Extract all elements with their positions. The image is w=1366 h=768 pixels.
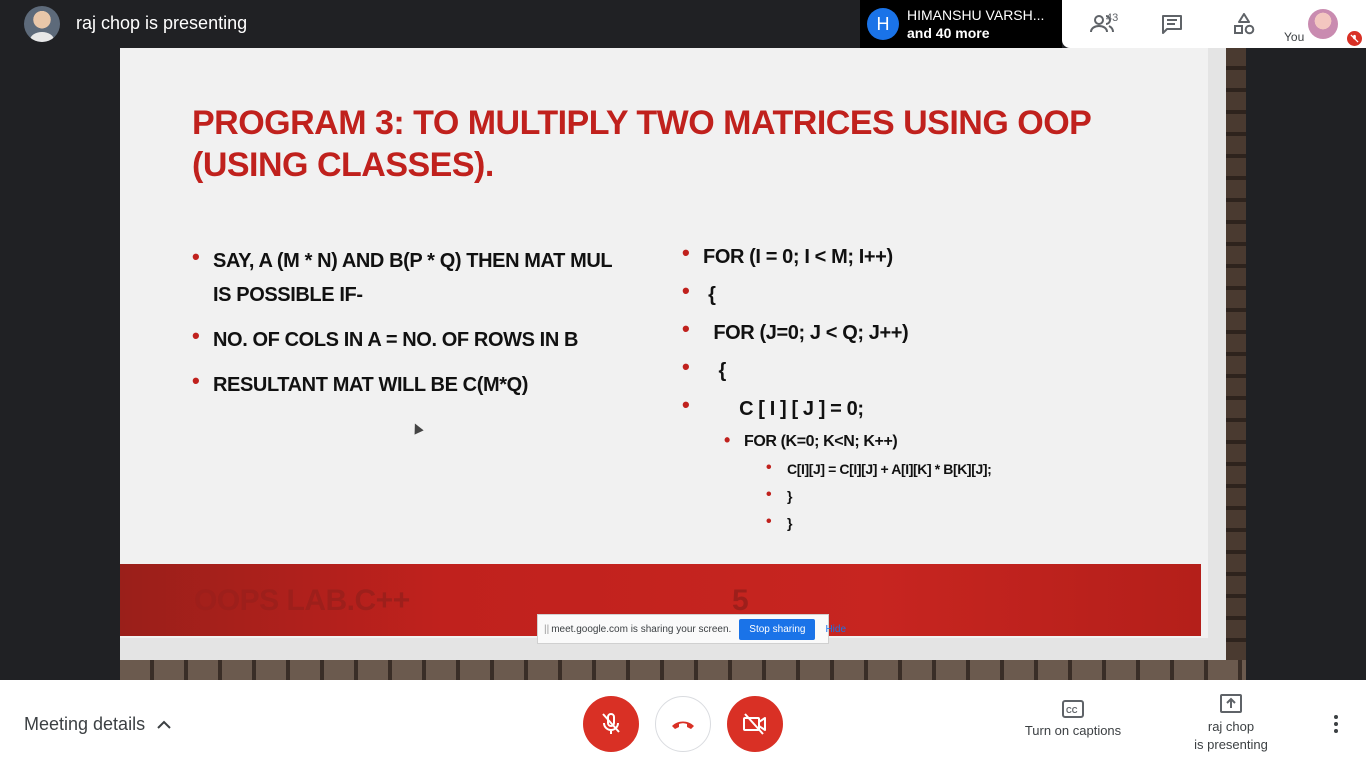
background-floor — [120, 660, 1246, 680]
code-line-nested: FOR (K=0; K<N; K++) — [682, 426, 1162, 456]
activities-button[interactable] — [1224, 0, 1264, 48]
code-line-nested: C[I][J] = C[I][J] + A[I][K] * B[K][J]; — [682, 454, 1162, 483]
hang-up-icon — [672, 721, 694, 729]
stop-sharing-button[interactable]: Stop sharing — [739, 618, 816, 640]
speaker-avatar: H — [867, 8, 899, 40]
closed-captions-icon: CC — [1062, 700, 1084, 718]
top-bar: raj chop is presenting H HIMANSHU VARSH.… — [0, 0, 1366, 48]
captions-label: Turn on captions — [1024, 723, 1122, 738]
self-label: You — [1284, 30, 1305, 44]
drag-handle-icon[interactable]: || — [544, 624, 549, 635]
bottom-bar: Meeting details CC Turn on captions raj … — [0, 680, 1366, 768]
left-bullet: SAY, A (M * N) AND B(P * Q) THEN MAT MUL… — [192, 240, 632, 312]
presenting-button[interactable]: raj chop is presenting — [1182, 694, 1280, 754]
share-message: meet.google.com is sharing your screen. — [551, 623, 732, 635]
code-line-nested: } — [682, 481, 1162, 510]
hide-share-bar-link[interactable]: Hide — [825, 624, 846, 635]
code-line: FOR (I = 0; I < M; I++) — [682, 234, 1162, 276]
speaker-more-count: and 40 more — [907, 25, 990, 41]
shared-screen: PROGRAM 3: TO MULTIPLY TWO MATRICES USIN… — [120, 48, 1246, 680]
leave-call-button[interactable] — [655, 696, 711, 752]
top-right-panel: 43 You — [1062, 0, 1366, 48]
participant-count: 43 — [1106, 12, 1119, 24]
chat-button[interactable] — [1152, 0, 1192, 48]
code-bullet-list: FOR (I = 0; I < M; I++) { FOR (J=0; J < … — [682, 234, 1162, 537]
slide-title: PROGRAM 3: TO MULTIPLY TWO MATRICES USIN… — [192, 104, 1091, 184]
meeting-details-button[interactable]: Meeting details — [24, 714, 171, 735]
activities-shapes-icon — [1234, 13, 1255, 35]
presenting-label-line-1: raj chop — [1207, 719, 1255, 734]
mic-off-icon — [1350, 34, 1359, 43]
present-screen-icon — [1220, 694, 1242, 713]
mic-toggle-button[interactable] — [583, 696, 639, 752]
presenter-title: raj chop is presenting — [76, 13, 248, 33]
mic-off-icon — [602, 713, 620, 734]
self-avatar[interactable] — [1308, 9, 1338, 39]
code-line: { — [682, 272, 1162, 314]
chat-icon — [1162, 15, 1182, 34]
mouse-cursor-icon — [410, 421, 424, 435]
more-vert-icon — [1334, 715, 1338, 733]
presenter-avatar — [24, 6, 60, 42]
left-bullet-list: SAY, A (M * N) AND B(P * Q) THEN MAT MUL… — [192, 240, 632, 413]
more-options-button[interactable] — [1322, 710, 1350, 738]
presenting-label-line-2: is presenting — [1194, 737, 1268, 752]
people-button[interactable] — [1082, 0, 1122, 48]
captions-button[interactable]: CC Turn on captions — [1018, 700, 1128, 740]
camera-toggle-button[interactable] — [727, 696, 783, 752]
screen-share-notification: || meet.google.com is sharing your scree… — [537, 614, 846, 644]
left-bullet: RESULTANT MAT WILL BE C(M*Q) — [192, 364, 632, 402]
left-bullet: NO. OF COLS IN A = NO. OF ROWS IN B — [192, 319, 632, 357]
speaker-name: HIMANSHU VARSH... — [907, 7, 1045, 23]
chevron-up-icon — [157, 720, 171, 729]
active-speaker-chip[interactable]: H HIMANSHU VARSH... and 40 more — [860, 0, 1062, 48]
meeting-details-label: Meeting details — [24, 714, 146, 734]
camera-off-icon — [743, 713, 766, 735]
self-mic-off-badge — [1347, 31, 1362, 46]
slide-footer-text: OOPS LAB.C++ — [194, 584, 410, 617]
slide-page-number: 5 — [732, 584, 749, 617]
code-line: { — [682, 348, 1162, 390]
code-line: FOR (J=0; J < Q; J++) — [682, 310, 1162, 352]
slide-frame: PROGRAM 3: TO MULTIPLY TWO MATRICES USIN… — [120, 48, 1226, 660]
code-line: C [ I ] [ J ] = 0; — [682, 386, 1162, 428]
presentation-slide: PROGRAM 3: TO MULTIPLY TWO MATRICES USIN… — [120, 48, 1208, 644]
code-line-nested: } — [682, 508, 1162, 537]
svg-text:CC: CC — [1066, 706, 1078, 715]
